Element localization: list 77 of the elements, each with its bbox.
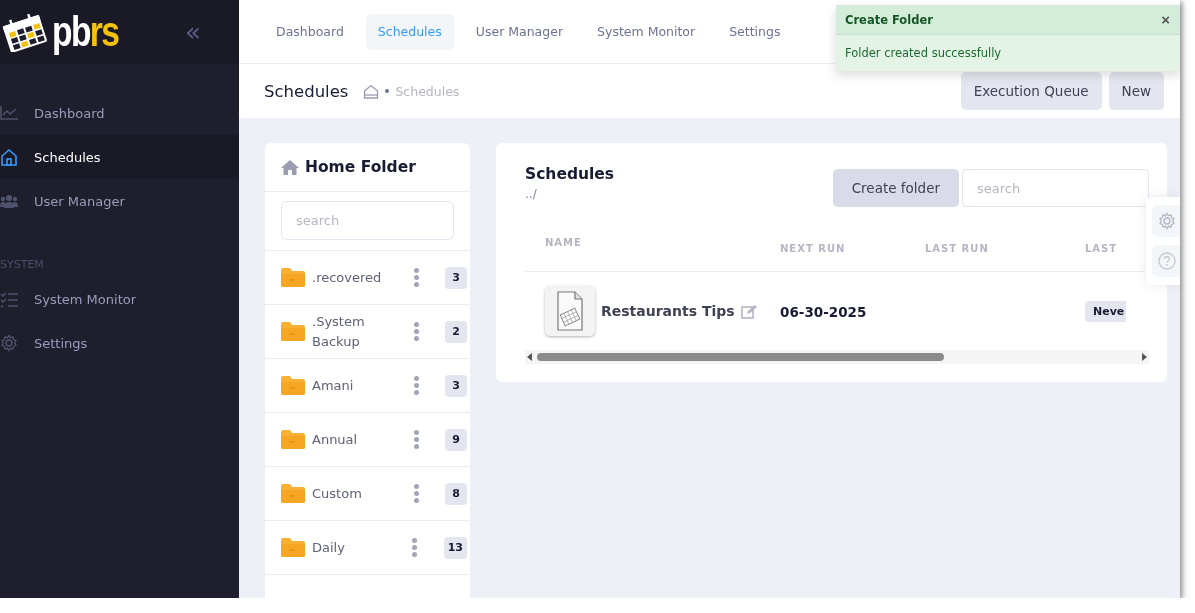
more-icon[interactable] <box>410 538 419 557</box>
folder-icon <box>281 429 305 450</box>
folder-path[interactable]: ../ <box>525 187 537 201</box>
help-button[interactable] <box>1152 245 1180 277</box>
gear-icon <box>0 334 19 352</box>
panel-title: Home Folder <box>305 158 416 176</box>
more-icon[interactable] <box>412 484 420 503</box>
column-header: LAST RUN <box>925 243 989 254</box>
count-badge: 2 <box>445 320 467 343</box>
right-arrow-icon[interactable] <box>1141 353 1147 361</box>
folder-search-field[interactable]: search <box>281 201 454 240</box>
home-icon[interactable] <box>363 83 380 99</box>
folder-icon <box>281 267 305 288</box>
folder-name: Amani <box>312 376 355 395</box>
folder-icon <box>281 483 305 504</box>
more-icon[interactable] <box>412 376 420 395</box>
folder-name: .recovered <box>312 268 383 287</box>
nav-tab[interactable]: Settings <box>717 13 793 50</box>
column-header: LAST <box>1085 243 1118 254</box>
status-badge: Neve <box>1085 301 1127 322</box>
schedule-name[interactable]: Restaurants Tips <box>601 303 735 319</box>
home-icon <box>0 148 19 166</box>
edit-icon[interactable] <box>740 303 757 319</box>
count-badge: 3 <box>445 266 467 289</box>
sidebar-item[interactable]: Schedules <box>0 135 239 179</box>
more-icon[interactable] <box>412 430 420 449</box>
logo-text: pbrs <box>52 11 119 53</box>
toast-title: Create Folder <box>845 12 933 27</box>
count-badge: 3 <box>445 374 467 397</box>
folder-item[interactable]: Amani 3 <box>265 359 470 413</box>
users-icon <box>0 192 19 210</box>
count-badge: 13 <box>443 536 467 559</box>
nav-tab[interactable]: System Monitor <box>585 13 708 50</box>
checklist-icon <box>0 290 19 308</box>
folder-item[interactable]: .System Backup 2 <box>265 305 470 359</box>
more-icon[interactable] <box>412 322 420 341</box>
home-icon <box>281 159 299 175</box>
column-header: NEXT RUN <box>780 243 846 254</box>
card-title: Schedules <box>525 165 615 183</box>
sidebar-item[interactable]: System Monitor <box>0 277 239 321</box>
folder-item[interactable]: Daily 13 <box>265 521 470 575</box>
left-arrow-icon[interactable] <box>527 353 533 361</box>
folder-name: Custom <box>312 484 363 503</box>
sidebar-item[interactable]: User Manager <box>0 179 239 223</box>
bullet-icon <box>385 89 390 93</box>
search-field[interactable]: search <box>962 169 1149 207</box>
header-button[interactable]: Execution Queue <box>960 72 1102 110</box>
section-heading: SYSTEM <box>0 257 44 271</box>
table-cell: 06-30-2025 <box>780 303 867 320</box>
settings-button[interactable] <box>1152 205 1180 237</box>
horizontal-scrollbar[interactable] <box>525 350 1149 364</box>
folder-name: Annual <box>312 430 359 449</box>
column-header: NAME <box>545 237 582 248</box>
folder-item[interactable]: .recovered 3 <box>265 251 470 305</box>
toast-message: Folder created successfully <box>844 45 1003 62</box>
folder-icon <box>281 321 305 342</box>
calendar-document-icon <box>555 291 585 331</box>
folder-item[interactable]: Annual 9 <box>265 413 470 467</box>
folder-icon <box>281 375 305 396</box>
folder-name: .System Backup <box>312 312 366 351</box>
gear-icon <box>1158 212 1176 230</box>
count-badge: 9 <box>445 428 467 451</box>
nav-tab[interactable]: User Manager <box>463 13 576 50</box>
nav-tab[interactable]: Dashboard <box>264 13 356 50</box>
help-icon <box>1158 252 1176 270</box>
folder-item[interactable]: Custom 8 <box>265 467 470 521</box>
more-icon[interactable] <box>412 268 420 287</box>
folder-name: Daily <box>312 538 346 557</box>
page-title: Schedules <box>264 81 349 101</box>
folder-icon <box>281 537 305 558</box>
create-folder-button[interactable]: Create folder <box>832 169 959 207</box>
close-button[interactable]: × <box>1161 11 1170 28</box>
sidebar-item[interactable]: Dashboard <box>0 91 239 135</box>
header-button[interactable]: New <box>1108 72 1164 110</box>
chart-icon <box>0 104 19 122</box>
count-badge: 8 <box>445 482 467 505</box>
sidebar-item[interactable]: Settings <box>0 321 239 365</box>
